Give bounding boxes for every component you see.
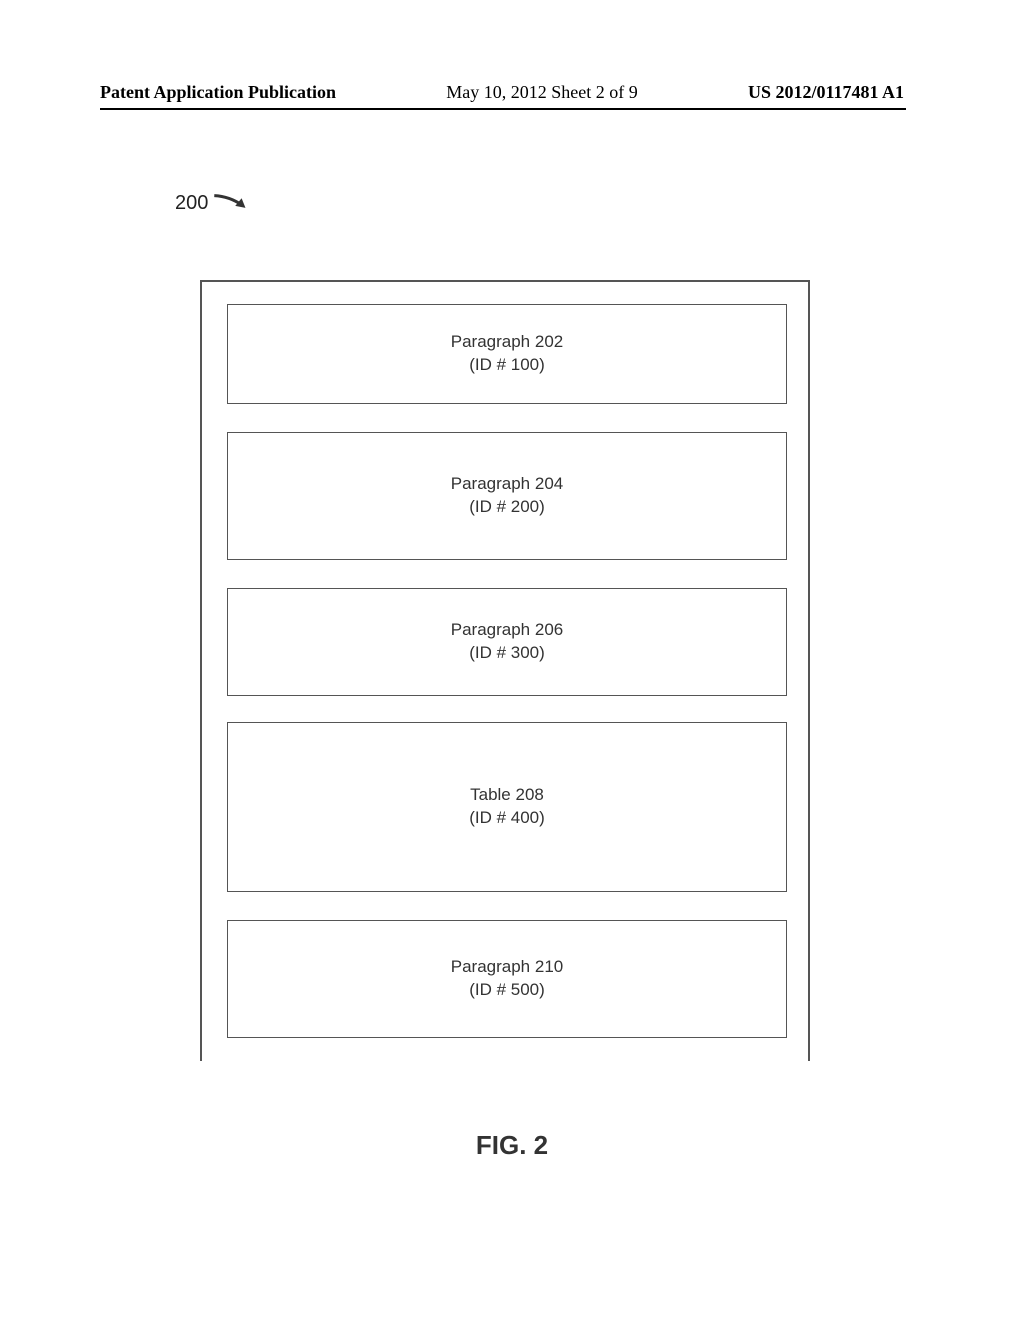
reference-arrow-icon	[211, 188, 255, 218]
diagram-container: Paragraph 202 (ID # 100) Paragraph 204 (…	[200, 280, 810, 1061]
block-id: (ID # 200)	[469, 496, 545, 519]
figure-caption: FIG. 2	[0, 1130, 1024, 1161]
figure-reference-label: 200	[175, 190, 254, 216]
block-id: (ID # 400)	[469, 807, 545, 830]
reference-number: 200	[175, 192, 208, 215]
paragraph-block-210: Paragraph 210 (ID # 500)	[227, 920, 787, 1038]
block-title: Paragraph 202	[451, 331, 563, 354]
header-publication-text: Patent Application Publication	[100, 82, 336, 103]
block-id: (ID # 300)	[469, 642, 545, 665]
block-title: Paragraph 204	[451, 473, 563, 496]
block-id: (ID # 500)	[469, 979, 545, 1002]
block-id: (ID # 100)	[469, 354, 545, 377]
paragraph-block-202: Paragraph 202 (ID # 100)	[227, 304, 787, 404]
table-block-208: Table 208 (ID # 400)	[227, 722, 787, 892]
paragraph-block-206: Paragraph 206 (ID # 300)	[227, 588, 787, 696]
paragraph-block-204: Paragraph 204 (ID # 200)	[227, 432, 787, 560]
block-title: Paragraph 206	[451, 619, 563, 642]
header-date-sheet: May 10, 2012 Sheet 2 of 9	[446, 82, 637, 103]
page-header: Patent Application Publication May 10, 2…	[0, 82, 1024, 103]
header-publication-number: US 2012/0117481 A1	[748, 82, 904, 103]
block-title: Paragraph 210	[451, 956, 563, 979]
header-divider	[100, 108, 906, 110]
block-title: Table 208	[470, 784, 544, 807]
